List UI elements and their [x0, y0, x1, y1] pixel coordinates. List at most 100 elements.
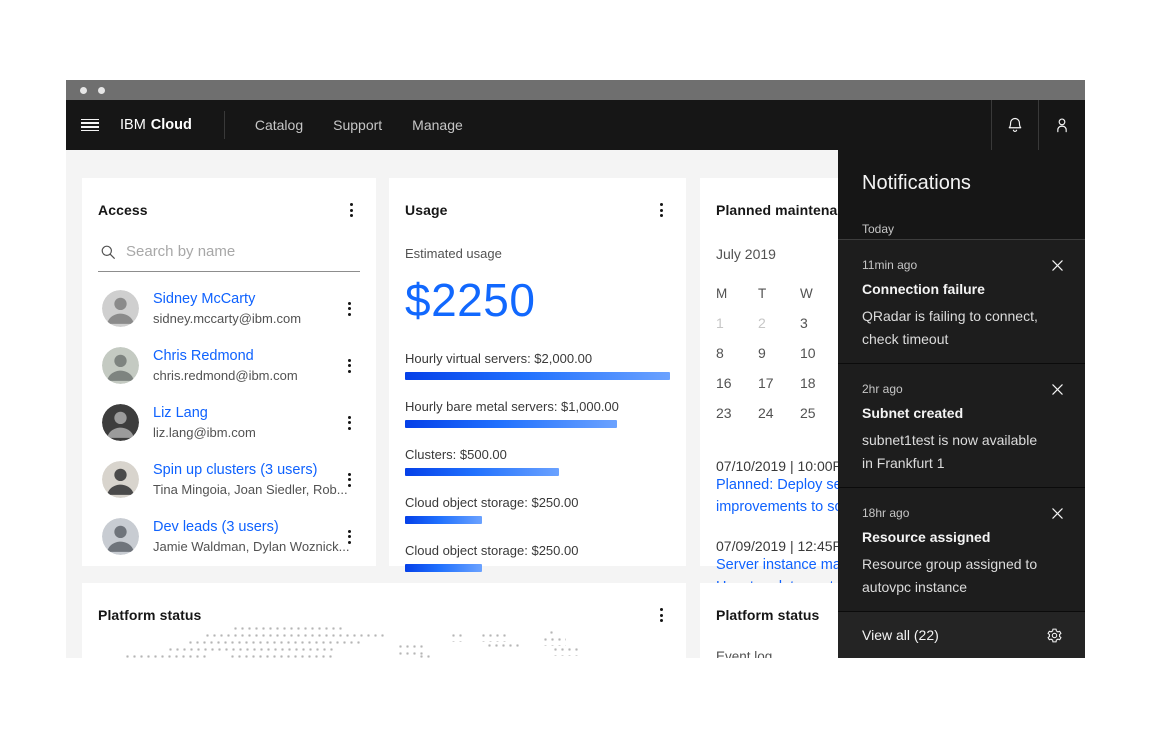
usage-item-label: Hourly virtual servers: $2,000.00: [405, 351, 670, 366]
event-log-card-title: Platform status: [716, 607, 819, 623]
usage-item-label: Hourly bare metal servers: $1,000.00: [405, 399, 670, 414]
notification-time: 11min ago: [862, 258, 1061, 272]
window-dot-2[interactable]: [98, 87, 105, 94]
platform-status-card: Platform status: [82, 583, 686, 658]
group-name-link[interactable]: Dev leads (3 users): [153, 519, 326, 535]
user-overflow-menu[interactable]: [340, 415, 358, 431]
usage-progress-bar: [405, 516, 482, 524]
search-input[interactable]: [126, 243, 326, 260]
notification-item: 2hr ago Subnet created subnet1test is no…: [838, 364, 1085, 488]
avatar: [102, 461, 139, 498]
ibm-cloud-window: IBM Cloud Catalog Support Manage: [66, 80, 1085, 658]
usage-item-label: Clusters: $500.00: [405, 447, 670, 462]
usage-progress-bar: [405, 420, 617, 428]
nav-catalog[interactable]: Catalog: [255, 117, 303, 133]
notification-title: Subnet created: [862, 405, 1061, 421]
user-overflow-menu[interactable]: [340, 472, 358, 488]
user-overflow-menu[interactable]: [340, 358, 358, 374]
user-row: Chris Redmond chris.redmond@ibm.com: [98, 337, 360, 394]
usage-card-title: Usage: [405, 202, 448, 218]
brand-company: IBM: [120, 117, 146, 133]
notification-title: Resource assigned: [862, 529, 1061, 545]
notifications-panel: Notifications Today 11min ago Connection…: [838, 150, 1085, 658]
bell-icon: [1005, 115, 1025, 135]
user-row: Dev leads (3 users) Jamie Waldman, Dylan…: [98, 508, 360, 565]
menu-button[interactable]: [66, 100, 114, 150]
usage-item: Hourly bare metal servers: $1,000.00: [405, 399, 670, 428]
search-icon: [100, 244, 116, 260]
usage-total: $2250: [405, 273, 670, 327]
user-row: Spin up clusters (3 users) Tina Mingoia,…: [98, 451, 360, 508]
usage-progress-bar: [405, 564, 482, 572]
notification-body: Resource group assigned to autovpc insta…: [862, 553, 1038, 599]
brand-logo[interactable]: IBM Cloud: [120, 100, 192, 150]
ibm-cloud-header: IBM Cloud Catalog Support Manage: [66, 100, 1085, 150]
usage-items: Hourly virtual servers: $2,000.00 Hourly…: [405, 351, 670, 572]
group-members: Jamie Waldman, Dylan Woznick...: [153, 539, 326, 554]
header-nav: Catalog Support Manage: [255, 100, 463, 150]
platform-status-title: Platform status: [98, 607, 201, 623]
profile-button[interactable]: [1038, 100, 1085, 150]
notifications-button[interactable]: [991, 100, 1038, 150]
calendar-day[interactable]: 10: [800, 345, 842, 361]
calendar-day[interactable]: 23: [716, 405, 758, 421]
hamburger-icon: [81, 119, 99, 132]
calendar-day[interactable]: 25: [800, 405, 842, 421]
calendar-day[interactable]: 9: [758, 345, 800, 361]
access-card: Access Sidney McCarty sidney.mccarty@ibm…: [82, 178, 376, 566]
notification-item: 11min ago Connection failure QRadar is f…: [838, 240, 1085, 364]
calendar-day[interactable]: 16: [716, 375, 758, 391]
calendar-day-header: M: [716, 286, 758, 301]
avatar: [102, 347, 139, 384]
notification-settings-button[interactable]: [1046, 627, 1063, 644]
close-icon[interactable]: [1045, 377, 1069, 401]
notification-item: 18hr ago Resource assigned Resource grou…: [838, 488, 1085, 612]
user-row: Liz Lang liz.lang@ibm.com: [98, 394, 360, 451]
dashboard-main: Access Sidney McCarty sidney.mccarty@ibm…: [66, 150, 1085, 658]
notifications-panel-footer: View all (22): [838, 612, 1085, 658]
user-icon: [1052, 115, 1072, 135]
close-icon[interactable]: [1045, 253, 1069, 277]
header-divider: [224, 111, 225, 139]
user-overflow-menu[interactable]: [340, 301, 358, 317]
access-user-list: Sidney McCarty sidney.mccarty@ibm.com Ch…: [98, 280, 360, 565]
nav-support[interactable]: Support: [333, 117, 382, 133]
avatar: [102, 518, 139, 555]
brand-product: Cloud: [151, 117, 192, 133]
usage-item: Hourly virtual servers: $2,000.00: [405, 351, 670, 380]
notification-time: 2hr ago: [862, 382, 1061, 396]
calendar-day[interactable]: 24: [758, 405, 800, 421]
user-name-link[interactable]: Chris Redmond: [153, 348, 326, 364]
group-members: Tina Mingoia, Joan Siedler, Rob...: [153, 482, 326, 497]
nav-manage[interactable]: Manage: [412, 117, 463, 133]
group-name-link[interactable]: Spin up clusters (3 users): [153, 462, 326, 478]
user-email: liz.lang@ibm.com: [153, 425, 326, 440]
user-name-link[interactable]: Sidney McCarty: [153, 291, 326, 307]
calendar-day[interactable]: 1: [716, 315, 758, 331]
usage-item-label: Cloud object storage: $250.00: [405, 543, 670, 558]
view-all-link[interactable]: View all (22): [862, 627, 939, 643]
calendar-day[interactable]: 3: [800, 315, 842, 331]
calendar-day[interactable]: 18: [800, 375, 842, 391]
usage-progress-bar: [405, 468, 559, 476]
calendar-day[interactable]: 17: [758, 375, 800, 391]
platform-status-overflow-menu[interactable]: [652, 607, 670, 623]
user-name-link[interactable]: Liz Lang: [153, 405, 326, 421]
calendar-day[interactable]: 8: [716, 345, 758, 361]
access-card-title: Access: [98, 202, 148, 218]
access-search: [98, 234, 360, 272]
user-overflow-menu[interactable]: [340, 529, 358, 545]
user-email: sidney.mccarty@ibm.com: [153, 311, 326, 326]
usage-progress-bar: [405, 372, 670, 380]
calendar-day[interactable]: 2: [758, 315, 800, 331]
notifications-section-label: Today: [862, 222, 1061, 236]
notifications-panel-header: Notifications Today: [838, 150, 1085, 240]
usage-overflow-menu[interactable]: [652, 202, 670, 218]
access-overflow-menu[interactable]: [342, 202, 360, 218]
browser-title-bar: [66, 80, 1085, 100]
calendar-day-header: T: [758, 286, 800, 301]
close-icon[interactable]: [1045, 501, 1069, 525]
window-dot-1[interactable]: [80, 87, 87, 94]
world-dot-map: [82, 625, 686, 658]
notification-body: QRadar is failing to connect, check time…: [862, 305, 1038, 351]
